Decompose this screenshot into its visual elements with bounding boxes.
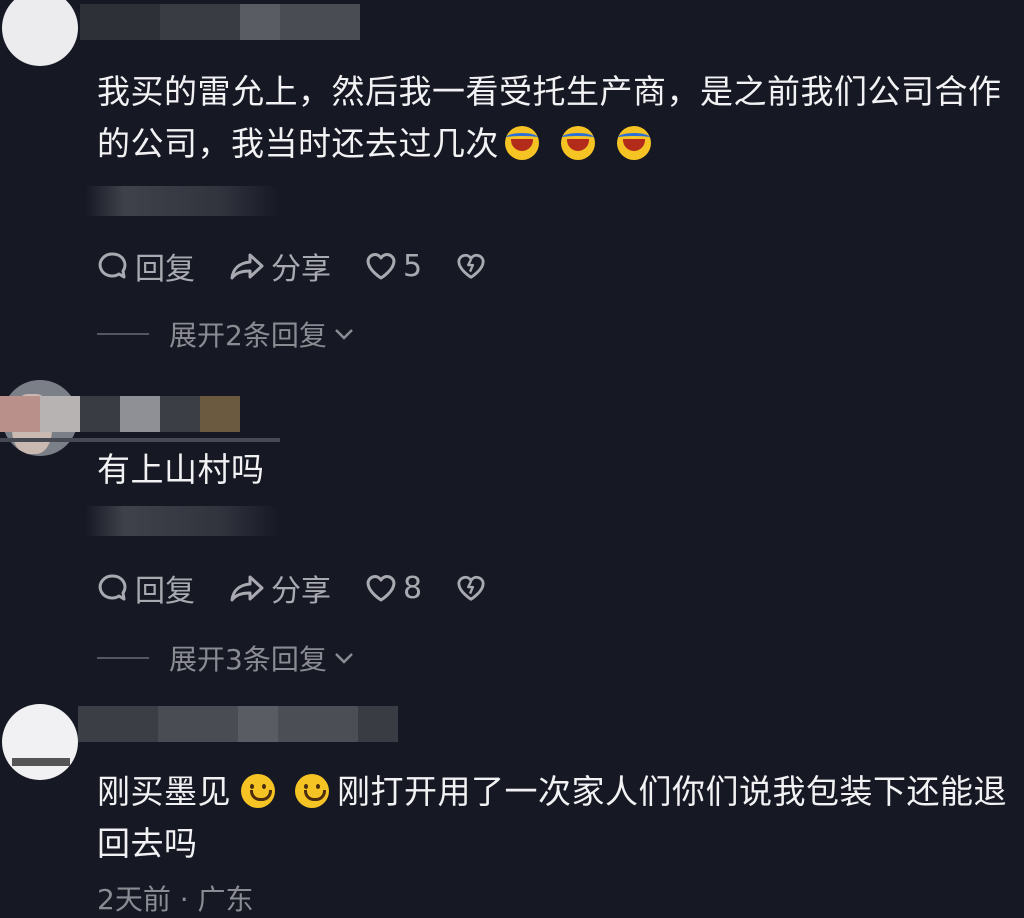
like-button[interactable]: 5 <box>365 249 422 284</box>
reply-button[interactable]: 回复 <box>97 244 195 288</box>
expand-replies-button[interactable]: 展开3条回复 <box>97 638 355 678</box>
comment-text-fragment: 刚打开用了一次家人们你们说我包装下还能退 <box>337 772 1007 811</box>
comment-text-fragment: 刚买墨见 <box>97 772 231 811</box>
divider <box>97 333 149 335</box>
avatar-text-band <box>12 758 70 766</box>
reply-icon <box>98 252 127 279</box>
reply-label: 回复 <box>135 252 195 287</box>
share-button[interactable]: 分享 <box>229 566 331 610</box>
chevron-down-icon <box>334 653 353 664</box>
laugh-cry-emoji <box>561 126 595 160</box>
comment-text: 刚买墨见 刚打开用了一次家人们你们说我包装下还能退 回去吗 <box>97 766 1012 870</box>
heart-icon <box>366 575 396 602</box>
smile-emoji <box>295 774 329 808</box>
share-button[interactable]: 分享 <box>229 244 331 288</box>
username-blurred[interactable] <box>78 706 398 742</box>
comment-text-line: 的公司，我当时还去过几次 <box>97 118 1012 170</box>
blurred-meta <box>85 186 280 216</box>
share-icon <box>230 575 264 602</box>
like-count: 5 <box>403 248 423 284</box>
expand-replies-button[interactable]: 展开2条回复 <box>97 314 355 354</box>
comment-text-line: 有上山村吗 <box>97 450 265 489</box>
share-label: 分享 <box>271 574 331 609</box>
expand-replies-label: 展开2条回复 <box>169 319 327 352</box>
heart-icon <box>366 253 396 280</box>
broken-heart-icon <box>457 575 485 601</box>
reply-label: 回复 <box>135 574 195 609</box>
comment-text: 有上山村吗 <box>97 444 1012 496</box>
divider <box>97 657 149 659</box>
dislike-button[interactable] <box>456 573 492 603</box>
share-icon <box>230 253 264 280</box>
expand-replies-label: 展开3条回复 <box>169 643 327 676</box>
username-underline <box>0 438 280 442</box>
like-count: 8 <box>403 570 423 606</box>
comment-meta: 2天前 · 广东 <box>97 883 254 916</box>
action-bar: 回复 分享 5 <box>97 244 526 288</box>
comment-text-line: 我买的雷允上，然后我一看受托生产商，是之前我们公司合作 <box>97 72 1002 111</box>
laugh-cry-emoji <box>617 126 651 160</box>
action-bar: 回复 分享 8 <box>97 566 526 610</box>
username-blurred[interactable] <box>80 4 360 40</box>
blurred-meta <box>85 506 280 536</box>
comment-text: 我买的雷允上，然后我一看受托生产商，是之前我们公司合作 的公司，我当时还去过几次 <box>97 66 1012 170</box>
avatar[interactable] <box>2 0 78 66</box>
avatar[interactable] <box>2 704 78 780</box>
comment-text-line: 刚买墨见 刚打开用了一次家人们你们说我包装下还能退 <box>97 766 1012 818</box>
broken-heart-icon <box>457 253 485 279</box>
chevron-down-icon <box>334 329 353 340</box>
comment-text-fragment: 的公司，我当时还去过几次 <box>97 124 499 163</box>
username-blurred[interactable] <box>0 396 240 432</box>
share-label: 分享 <box>271 252 331 287</box>
reply-button[interactable]: 回复 <box>97 566 195 610</box>
reply-icon <box>98 574 127 601</box>
laugh-cry-emoji <box>505 126 539 160</box>
dislike-button[interactable] <box>456 251 492 281</box>
like-button[interactable]: 8 <box>365 571 422 606</box>
smile-emoji <box>241 774 275 808</box>
comment-text-line: 回去吗 <box>97 824 198 863</box>
